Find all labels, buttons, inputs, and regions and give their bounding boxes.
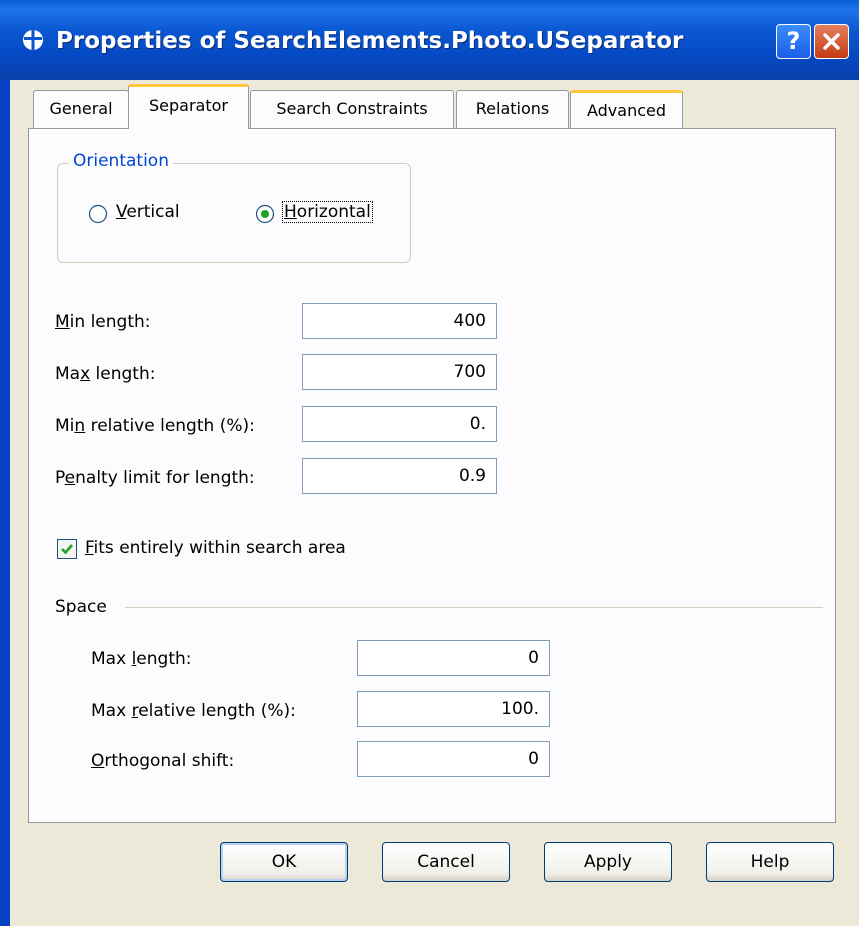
space-separator-line xyxy=(125,607,823,608)
cancel-button[interactable]: Cancel xyxy=(382,842,510,882)
ok-button[interactable]: OK xyxy=(220,842,348,882)
mnemonic: H xyxy=(284,202,297,222)
tab-separator[interactable]: Separator xyxy=(128,84,249,129)
close-title-button[interactable] xyxy=(814,24,849,59)
space-max-relative-length-label: Max relative length (%): xyxy=(91,701,296,721)
title-bar[interactable]: Properties of SearchElements.Photo.USepa… xyxy=(0,0,859,80)
separator-panel: Orientation Vertical Horizontal Min leng… xyxy=(28,128,836,823)
focus-outline: Horizontal xyxy=(282,201,373,223)
label-rest: its entirely within search area xyxy=(93,538,346,558)
horizontal-radio-label[interactable]: Horizontal xyxy=(282,201,373,223)
tab-general[interactable]: General xyxy=(33,90,129,128)
help-title-button[interactable]: ? xyxy=(776,24,811,59)
app-logo-icon xyxy=(22,29,44,51)
min-length-label: Min length: xyxy=(55,312,151,332)
close-icon xyxy=(823,33,840,50)
space-max-length-label: Max length: xyxy=(91,649,192,669)
label-rest: orizontal xyxy=(296,202,371,222)
tab-relations[interactable]: Relations xyxy=(456,90,569,128)
orthogonal-shift-input[interactable]: 0 xyxy=(357,741,550,777)
apply-button[interactable]: Apply xyxy=(544,842,672,882)
mnemonic: V xyxy=(116,202,127,222)
window-border xyxy=(0,80,10,926)
max-length-input[interactable]: 700 xyxy=(302,354,497,390)
tab-advanced[interactable]: Advanced xyxy=(570,90,683,128)
tab-label: General xyxy=(49,99,113,118)
penalty-limit-input[interactable]: 0.9 xyxy=(302,458,497,494)
fits-entirely-checkbox[interactable] xyxy=(57,539,77,559)
min-length-input[interactable]: 400 xyxy=(302,303,497,339)
window-title: Properties of SearchElements.Photo.USepa… xyxy=(56,28,684,54)
horizontal-radio[interactable] xyxy=(255,204,275,224)
tab-label: Advanced xyxy=(586,101,667,120)
tab-search-constraints[interactable]: Search Constraints xyxy=(250,90,454,128)
tab-strip: General Separator Search Constraints Rel… xyxy=(10,80,859,132)
tab-label: Search Constraints xyxy=(276,99,428,118)
orthogonal-shift-label: Orthogonal shift: xyxy=(91,751,235,771)
label-rest: ertical xyxy=(126,202,180,222)
help-icon: ? xyxy=(786,27,801,55)
penalty-limit-label: Penalty limit for length: xyxy=(55,468,255,488)
min-relative-length-input[interactable]: 0. xyxy=(302,406,497,442)
space-max-length-input[interactable]: 0 xyxy=(357,640,550,676)
min-relative-length-label: Min relative length (%): xyxy=(55,416,255,436)
checkmark-icon xyxy=(61,544,73,555)
tab-label: Relations xyxy=(475,99,550,118)
vertical-radio[interactable] xyxy=(88,204,108,224)
orientation-group-title: Orientation xyxy=(69,151,173,171)
vertical-radio-label[interactable]: Vertical xyxy=(116,202,180,222)
tab-label: Separator xyxy=(149,96,228,115)
max-length-label: Max length: xyxy=(55,364,156,384)
space-max-relative-length-input[interactable]: 100. xyxy=(357,691,550,727)
space-section-title: Space xyxy=(55,597,107,617)
help-button[interactable]: Help xyxy=(706,842,834,882)
mnemonic: F xyxy=(85,538,94,558)
fits-entirely-label[interactable]: Fits entirely within search area xyxy=(85,538,346,558)
